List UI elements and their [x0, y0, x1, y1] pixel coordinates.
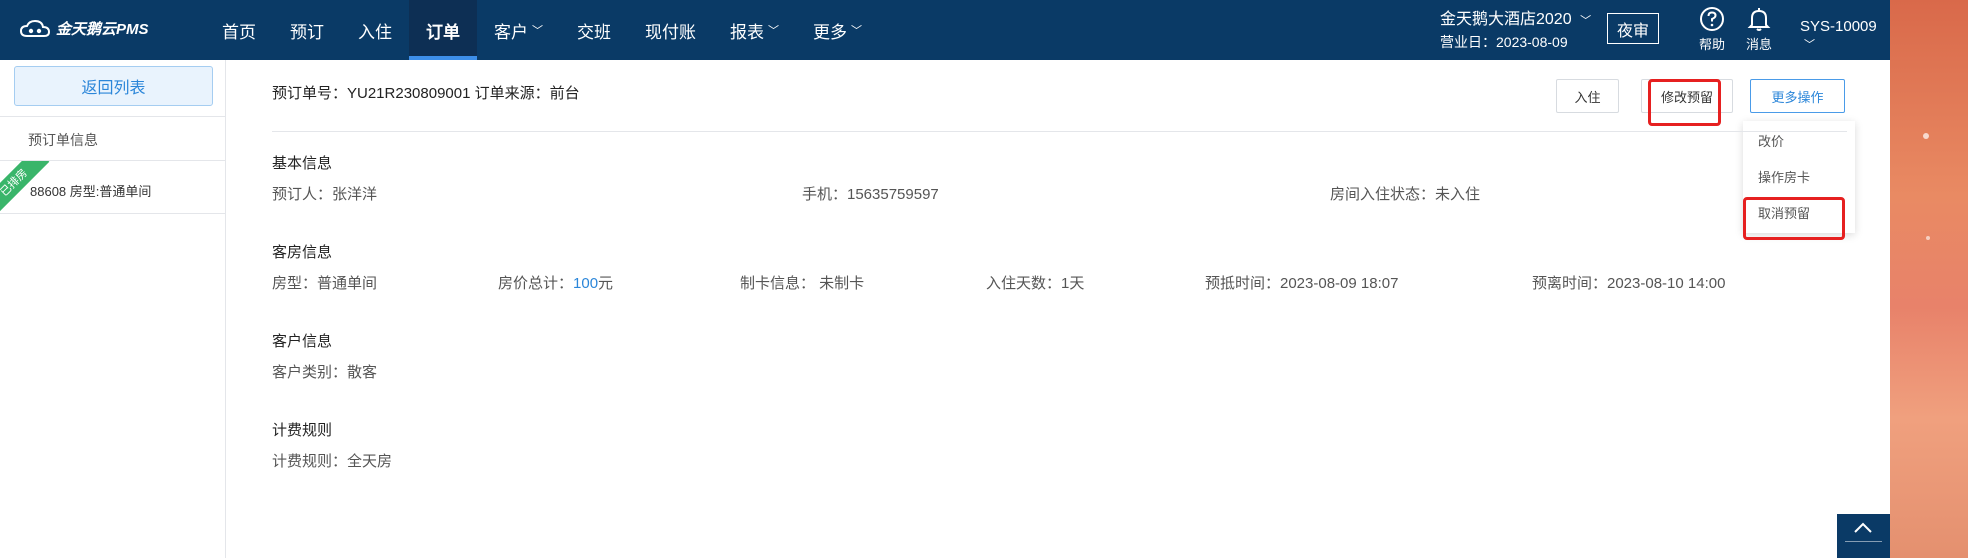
help-icon — [1700, 7, 1724, 31]
room-type-field: 房型：普通单间 — [272, 275, 378, 292]
departure-time-field: 预离时间：2023-08-10 14:00 — [1532, 275, 1726, 292]
nav-cash-account[interactable]: 现付账 — [628, 0, 713, 60]
divider — [1845, 541, 1882, 542]
bell-icon — [1747, 8, 1771, 31]
desktop-wallpaper — [1890, 0, 1968, 558]
order-header: 预订单号：YU21R230809001 订单来源：前台 — [272, 85, 580, 102]
messages-button[interactable]: 消息 — [1739, 6, 1779, 53]
help-button[interactable]: 帮助 — [1692, 6, 1732, 53]
sidebar: 返回列表 预订单信息 已排房 88608 房型:普通单间 — [0, 60, 226, 558]
price-label: 房价总计： — [498, 275, 574, 292]
nav-label: 入住 — [358, 22, 392, 42]
nav-label: 报表 — [730, 22, 764, 42]
user-menu[interactable]: SYS-10009 ﹀ — [1800, 18, 1890, 52]
wallpaper-dot — [1923, 133, 1929, 139]
night-audit-button[interactable]: 夜审 — [1607, 13, 1659, 44]
divider — [0, 116, 226, 117]
nav-label: 现付账 — [645, 22, 696, 42]
chevron-down-icon: ﹀ — [532, 25, 543, 37]
cloud-logo-icon — [20, 19, 50, 37]
wallpaper-dot — [1926, 236, 1930, 240]
customer-type-field: 客户类别：散客 — [272, 364, 378, 381]
nav-reports[interactable]: 报表 ﹀ — [713, 0, 796, 60]
help-label: 帮助 — [1698, 37, 1725, 52]
phone-field: 手机：15635759597 — [802, 186, 939, 203]
nav-label: 首页 — [222, 22, 256, 42]
chevron-down-icon: ﹀ — [851, 25, 862, 37]
chevron-down-icon: ﹀ — [1580, 15, 1592, 27]
nav-label: 预订 — [290, 22, 324, 42]
nav-label: 更多 — [813, 22, 847, 42]
chevron-down-icon: ﹀ — [768, 25, 779, 37]
price-unit: 元 — [598, 275, 614, 292]
card-info-field: 制卡信息： 未制卡 — [740, 275, 865, 292]
section-title-room: 客房信息 — [272, 244, 333, 261]
hotel-name: 金天鹅大酒店2020 — [1440, 11, 1572, 28]
nav-customers[interactable]: 客户 ﹀ — [477, 0, 560, 60]
room-info-text: 88608 房型:普通单间 — [30, 184, 152, 199]
nav-label: 客户 — [494, 22, 528, 42]
more-actions-button[interactable]: 更多操作 — [1750, 79, 1845, 113]
logo-text: 金天鹅云PMS — [56, 21, 149, 38]
checkin-status-field: 房间入住状态：未入住 — [1330, 186, 1481, 203]
nav-checkin[interactable]: 入住 — [341, 0, 409, 60]
stay-days-field: 入住天数：1天 — [986, 275, 1085, 292]
hotel-selector[interactable]: 金天鹅大酒店2020 ﹀ 营业日：2023-08-09 — [1440, 9, 1591, 53]
nav-handover[interactable]: 交班 — [560, 0, 628, 60]
nav-more[interactable]: 更多 ﹀ — [796, 0, 879, 60]
highlight-box — [1648, 79, 1721, 126]
back-to-list-button[interactable]: 返回列表 — [14, 66, 213, 106]
scroll-to-top-button[interactable] — [1837, 514, 1890, 558]
divider — [0, 213, 226, 214]
price-value: 100 — [573, 275, 599, 292]
business-date: 营业日：2023-08-09 — [1440, 34, 1568, 50]
messages-label: 消息 — [1745, 37, 1772, 52]
chevron-down-icon: ﹀ — [1804, 39, 1815, 51]
username: SYS-10009 — [1800, 18, 1877, 35]
header-divider — [272, 131, 1847, 132]
room-price-field: 房价总计：100元 — [498, 272, 613, 293]
booker-field: 预订人：张洋洋 — [272, 186, 378, 203]
app-logo[interactable]: 金天鹅云PMS — [20, 18, 149, 39]
menu-item-room-card[interactable]: 操作房卡 — [1758, 167, 1810, 186]
nav-orders[interactable]: 订单 — [409, 0, 477, 60]
sidebar-item-booking-info[interactable]: 预订单信息 — [28, 130, 98, 150]
highlight-box — [1743, 197, 1845, 240]
sidebar-item-room[interactable]: 已排房 88608 房型:普通单间 — [0, 161, 226, 213]
nav-home[interactable]: 首页 — [205, 0, 273, 60]
arrival-time-field: 预抵时间：2023-08-09 18:07 — [1205, 275, 1399, 292]
nav-booking[interactable]: 预订 — [273, 0, 341, 60]
section-title-basic: 基本信息 — [272, 155, 333, 172]
section-title-billing: 计费规则 — [272, 422, 333, 439]
chevron-up-icon — [1854, 522, 1872, 533]
nav-label: 订单 — [426, 22, 460, 42]
nav-label: 交班 — [577, 22, 611, 42]
checkin-button[interactable]: 入住 — [1556, 79, 1619, 113]
section-title-customer: 客户信息 — [272, 333, 333, 350]
billing-rule-field: 计费规则：全天房 — [272, 453, 393, 470]
main-nav: 首页 预订 入住 订单 客户 ﹀ 交班 现付账 报表 ﹀ 更多 ﹀ — [205, 0, 879, 60]
menu-item-change-price[interactable]: 改价 — [1758, 131, 1784, 150]
top-nav-bar: 金天鹅云PMS 首页 预订 入住 订单 客户 ﹀ 交班 现付账 报表 ﹀ 更多 ﹀ 金… — [0, 0, 1890, 60]
